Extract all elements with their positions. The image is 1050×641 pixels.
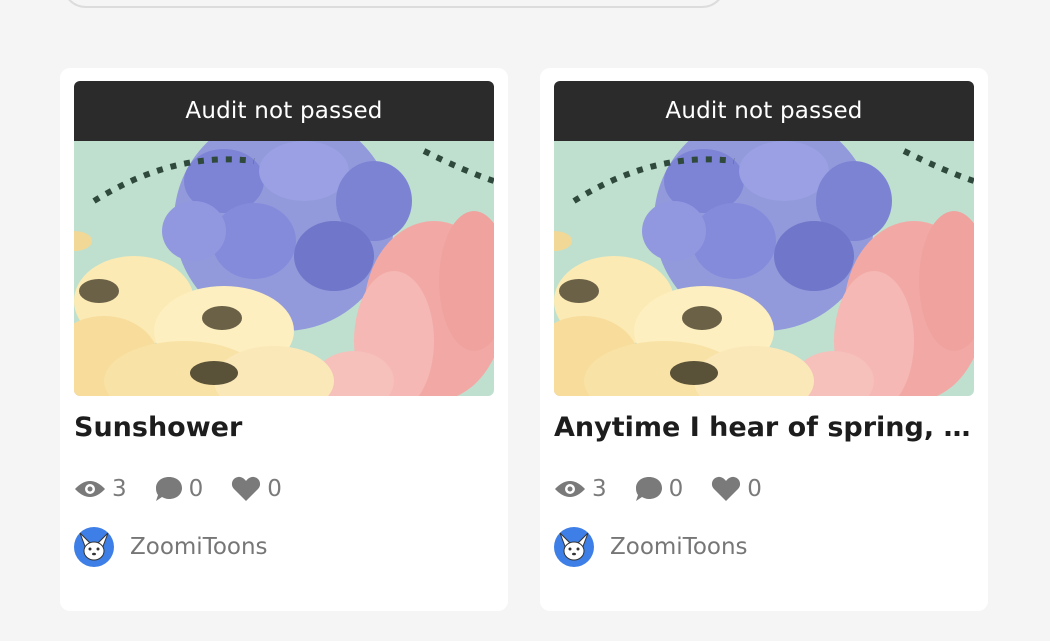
eye-icon [75, 481, 105, 497]
views-count: 3 [592, 476, 607, 502]
artwork-card[interactable]: Audit not passed Anytime I hear of sprin… [540, 68, 988, 611]
audit-status-banner: Audit not passed [74, 81, 494, 141]
views-stat: 3 [554, 476, 607, 502]
comments-count: 0 [188, 476, 204, 502]
artwork-thumbnail[interactable] [74, 141, 494, 396]
heart-icon [712, 476, 741, 501]
artwork-stats: 3 0 0 [74, 476, 282, 502]
flower-illustration [554, 141, 974, 396]
artwork-stats: 3 0 0 [554, 476, 762, 502]
comments-count: 0 [668, 476, 684, 502]
eye-icon [555, 481, 585, 497]
avatar[interactable] [554, 527, 594, 567]
artwork-thumbnail[interactable] [554, 141, 974, 396]
fox-avatar-icon [79, 532, 109, 561]
likes-stat[interactable]: 0 [231, 476, 282, 502]
views-count: 3 [112, 476, 127, 502]
avatar[interactable] [74, 527, 114, 567]
search-bar[interactable] [62, 0, 726, 8]
artwork-title[interactable]: Sunshower [74, 412, 494, 443]
heart-icon [232, 476, 261, 501]
likes-count: 0 [747, 476, 762, 502]
fox-avatar-icon [559, 532, 589, 561]
speech-bubble-icon [155, 477, 182, 501]
author-name[interactable]: ZoomiToons [130, 534, 268, 560]
author[interactable]: ZoomiToons [74, 527, 268, 567]
comments-stat[interactable]: 0 [635, 476, 684, 502]
artwork-title[interactable]: Anytime I hear of spring, I thi… [554, 412, 974, 443]
likes-stat[interactable]: 0 [711, 476, 762, 502]
likes-count: 0 [267, 476, 282, 502]
comments-stat[interactable]: 0 [155, 476, 204, 502]
audit-status-banner: Audit not passed [554, 81, 974, 141]
views-stat: 3 [74, 476, 127, 502]
author-name[interactable]: ZoomiToons [610, 534, 748, 560]
speech-bubble-icon [635, 477, 662, 501]
artwork-card[interactable]: Audit not passed Sunshower 3 0 0 ZoomiTo… [60, 68, 508, 611]
flower-illustration [74, 141, 494, 396]
author[interactable]: ZoomiToons [554, 527, 748, 567]
